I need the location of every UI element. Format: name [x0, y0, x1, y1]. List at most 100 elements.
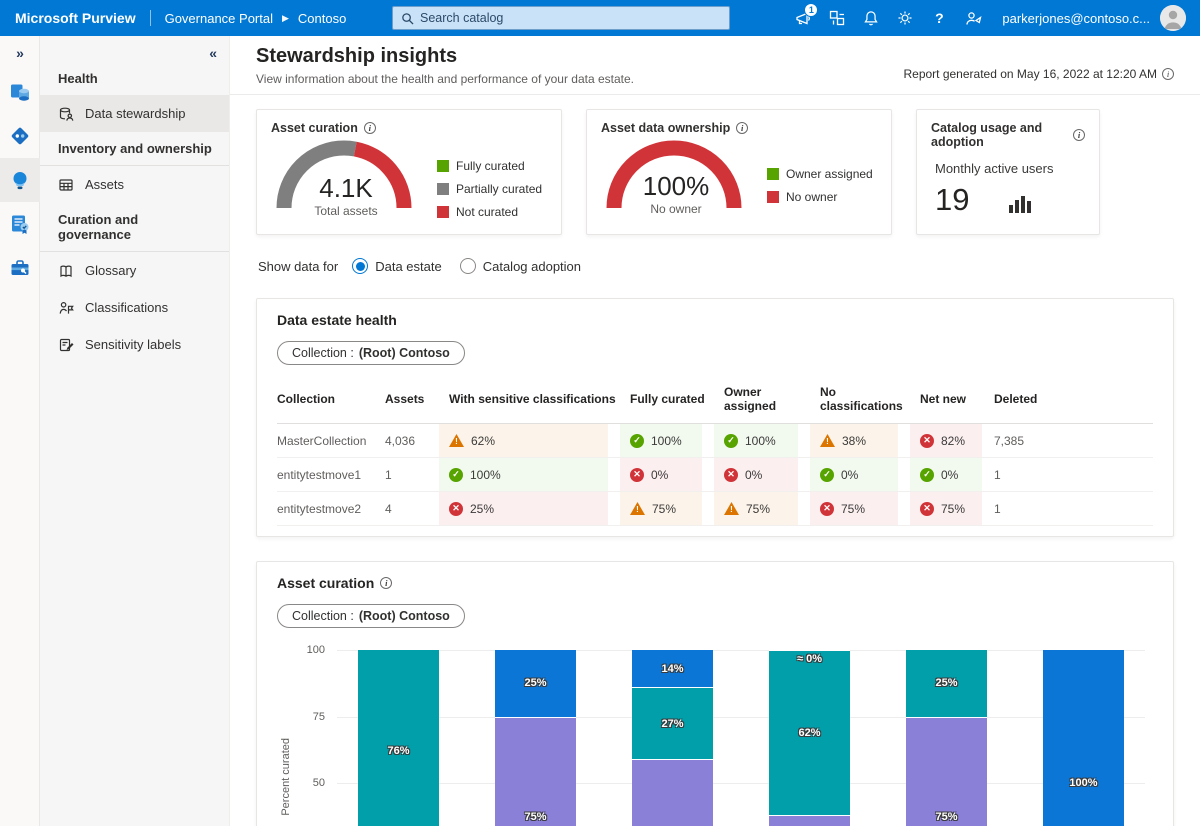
- status-value: 0%: [745, 468, 762, 482]
- asset-curation-section: Asset curation i Collection : (Root) Con…: [256, 561, 1174, 826]
- sensitivity-label-icon: [58, 337, 74, 353]
- pill-prefix: Collection :: [292, 609, 354, 623]
- deleted-count: 1: [994, 492, 1153, 525]
- table-row[interactable]: entitytestmove24✕25%!75%!75%✕75%✕75%1: [277, 492, 1153, 526]
- switch-view-icon: [828, 9, 846, 27]
- collection-name: entitytestmove2: [277, 492, 385, 525]
- sidebar-section-header: Curation and governance: [40, 203, 229, 252]
- status-cell: ✕ 0%: [714, 458, 798, 491]
- rail-item-data-sources[interactable]: [0, 70, 40, 114]
- status-value: 25%: [470, 502, 494, 516]
- rail-item-policy[interactable]: [0, 202, 40, 246]
- sidebar-collapse-button[interactable]: «: [209, 45, 217, 61]
- rail-item-insights[interactable]: [0, 158, 40, 202]
- sidebar-item-classifications[interactable]: Classifications: [40, 289, 229, 326]
- data-map-icon: [9, 125, 31, 147]
- table-row[interactable]: MasterCollection4,036!62%✓100%✓100%!38%✕…: [277, 424, 1153, 458]
- collection-filter-pill[interactable]: Collection : (Root) Contoso: [277, 341, 465, 365]
- rail-expand-button[interactable]: »: [0, 36, 40, 70]
- info-icon[interactable]: i: [364, 122, 376, 134]
- column-header: With sensitive classifications: [439, 379, 620, 423]
- status-cell: ✕ 25%: [439, 492, 608, 525]
- info-icon[interactable]: i: [736, 122, 748, 134]
- sidebar-item-label: Classifications: [85, 300, 168, 315]
- sidebar-section-header: Inventory and ownership: [40, 132, 229, 166]
- info-icon[interactable]: i: [1162, 68, 1174, 80]
- stacked-bar[interactable]: ≈ 0%62%: [769, 650, 850, 826]
- rail-item-data-map[interactable]: [0, 114, 40, 158]
- sidebar-item-data-stewardship[interactable]: Data stewardship: [40, 95, 229, 132]
- status-cell: ✓100%: [620, 424, 702, 457]
- table-row[interactable]: entitytestmove11✓100%✕0%✕0%✓0%✓0%1: [277, 458, 1153, 492]
- topbar-actions: 1 ?: [786, 0, 1200, 36]
- y-axis-label: Percent curated: [277, 644, 295, 826]
- asset-curation-card: Asset curation i 4.1K Total assets Fully…: [256, 109, 562, 235]
- notifications-button[interactable]: [854, 0, 888, 36]
- feedback-button[interactable]: [956, 0, 990, 36]
- radio-catalog-adoption[interactable]: Catalog adoption: [460, 258, 581, 274]
- legend-swatch: [767, 168, 779, 180]
- search-input[interactable]: [420, 7, 729, 29]
- chart-plot: 10075502576%25%75%14%27%59%≈ 0%62%25%75%…: [295, 644, 1153, 826]
- error-icon: ✕: [820, 502, 834, 516]
- column-header: Assets: [385, 379, 439, 423]
- card-title: Catalog usage and adoption i: [931, 121, 1085, 149]
- stacked-bar[interactable]: 25% 75%: [906, 650, 987, 826]
- rail-item-management[interactable]: [0, 246, 40, 290]
- bar-segment-blue: 100%: [1043, 650, 1124, 826]
- section-title-text: Data estate health: [277, 312, 397, 328]
- y-tick-label: 50: [295, 777, 325, 789]
- error-icon: ✕: [724, 468, 738, 482]
- status-cell: !38%: [810, 424, 898, 457]
- announcements-button[interactable]: 1: [786, 0, 820, 36]
- segment-label: 75%: [935, 811, 957, 823]
- legend-label: Not curated: [456, 205, 518, 219]
- status-cell: ✓0%: [810, 458, 898, 491]
- pill-value: (Root) Contoso: [359, 346, 450, 360]
- error-icon: ✕: [449, 502, 463, 516]
- segment-label: 25%: [524, 677, 546, 689]
- status-value: 82%: [941, 434, 965, 448]
- catalog-search-box[interactable]: [392, 6, 730, 30]
- status-value: 75%: [746, 502, 770, 516]
- sidebar-item-sensitivity-labels[interactable]: Sensitivity labels: [40, 326, 229, 363]
- status-cell: !75%: [620, 492, 702, 525]
- breadcrumb-portal[interactable]: Governance Portal: [165, 11, 273, 26]
- collection-filter-pill[interactable]: Collection : (Root) Contoso: [277, 604, 465, 628]
- status-value: 0%: [941, 468, 958, 482]
- gauge-center: 100% No owner: [601, 171, 751, 216]
- deleted-count: 7,385: [994, 424, 1153, 457]
- purview-app: Microsoft Purview Governance Portal ▶ Co…: [0, 0, 1200, 826]
- radio-data-estate[interactable]: Data estate: [352, 258, 442, 274]
- bar-segment-purple: 75%: [495, 717, 576, 826]
- user-email[interactable]: parkerjones@contoso.c...: [1002, 11, 1150, 26]
- legend-item: Not curated: [437, 205, 542, 219]
- error-icon: ✕: [920, 502, 934, 516]
- help-button[interactable]: ?: [922, 0, 956, 36]
- sidebar-item-glossary[interactable]: Glossary: [40, 252, 229, 289]
- segment-label: 25%: [935, 677, 957, 689]
- stacked-bar[interactable]: 14%27%59%: [632, 650, 713, 826]
- info-icon[interactable]: i: [380, 577, 392, 589]
- sidebar-item-label: Glossary: [85, 263, 136, 278]
- status-cell: ✕0%: [620, 458, 702, 491]
- sidebar-item-assets[interactable]: Assets: [40, 166, 229, 203]
- stacked-bar[interactable]: 76%: [358, 650, 439, 826]
- report-generated: Report generated on May 16, 2022 at 12:2…: [903, 67, 1174, 81]
- switch-view-button[interactable]: [820, 0, 854, 36]
- page-content: Asset curation i 4.1K Total assets Fully…: [230, 95, 1200, 826]
- settings-button[interactable]: [888, 0, 922, 36]
- success-icon: ✓: [449, 468, 463, 482]
- deleted-count: 1: [994, 458, 1153, 491]
- breadcrumb-chevron-icon: ▶: [282, 13, 289, 24]
- status-cell: ✓0%: [910, 458, 982, 491]
- sidebar-item-label: Sensitivity labels: [85, 337, 181, 352]
- breadcrumb-tenant[interactable]: Contoso: [298, 11, 346, 26]
- stacked-bar[interactable]: 100%: [1043, 650, 1124, 826]
- user-avatar[interactable]: [1160, 5, 1186, 31]
- bar-segment-teal: 25%: [906, 650, 987, 717]
- info-icon[interactable]: i: [1073, 129, 1085, 141]
- stacked-bar[interactable]: 25% 75%: [495, 650, 576, 826]
- status-cell: ✕75%: [810, 492, 898, 525]
- column-header: Collection: [277, 379, 385, 423]
